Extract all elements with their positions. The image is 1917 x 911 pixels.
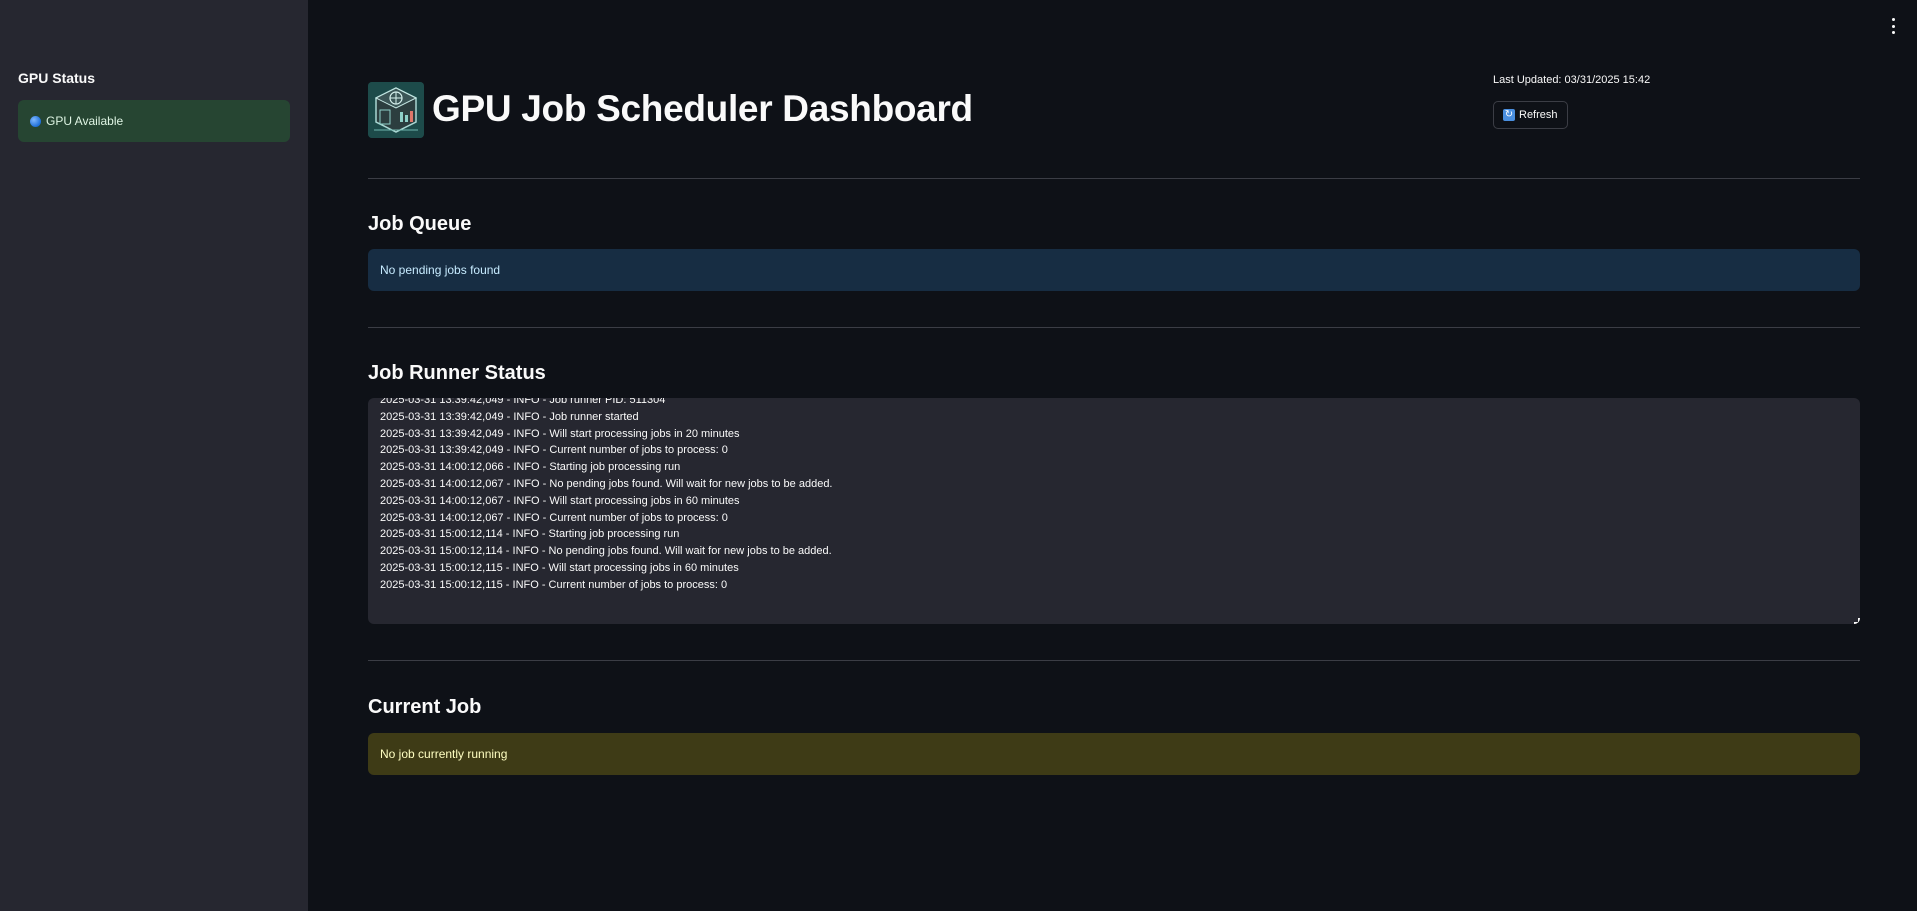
sidebar: GPU Status GPU Available bbox=[0, 0, 308, 911]
log-line: 2025-03-31 13:39:42,049 - INFO - Job run… bbox=[380, 410, 639, 423]
log-line: 2025-03-31 14:00:12,067 - INFO - Will st… bbox=[380, 494, 740, 507]
current-job-warning-alert: No job currently running bbox=[368, 733, 1860, 775]
job-runner-title: Job Runner Status bbox=[368, 362, 546, 384]
job-queue-message: No pending jobs found bbox=[380, 263, 501, 277]
sidebar-title: GPU Status bbox=[18, 70, 96, 86]
log-line: 2025-03-31 13:39:42,049 - INFO - Job run… bbox=[380, 398, 666, 406]
refresh-icon: ↻ bbox=[1503, 109, 1515, 121]
gpu-chip-logo-icon bbox=[368, 82, 424, 138]
log-line: 2025-03-31 13:39:42,049 - INFO - Will st… bbox=[380, 427, 740, 440]
log-line: 2025-03-31 13:39:42,049 - INFO - Current… bbox=[380, 444, 728, 457]
gpu-status-alert: GPU Available bbox=[18, 100, 290, 142]
divider bbox=[368, 327, 1860, 328]
resize-handle-icon[interactable] bbox=[1854, 618, 1860, 624]
log-line: 2025-03-31 14:00:12,066 - INFO - Startin… bbox=[380, 461, 681, 474]
menu-dot-icon bbox=[1891, 18, 1895, 21]
menu-dot-icon bbox=[1891, 31, 1895, 34]
menu-dot-icon bbox=[1891, 24, 1895, 28]
current-job-title: Current Job bbox=[368, 696, 482, 718]
page-title: GPU Job Scheduler Dashboard bbox=[432, 88, 973, 129]
main-menu-button[interactable] bbox=[1887, 18, 1899, 34]
log-line: 2025-03-31 15:00:12,115 - INFO - Current… bbox=[380, 578, 728, 591]
current-job-message: No job currently running bbox=[380, 747, 508, 761]
log-line: 2025-03-31 15:00:12,114 - INFO - Startin… bbox=[380, 528, 680, 541]
app-root: GPU Status GPU Available GPU Job Schedul… bbox=[0, 0, 1917, 911]
last-updated-text: Last Updated: 03/31/2025 15:42 bbox=[1493, 74, 1651, 86]
log-line: 2025-03-31 14:00:12,067 - INFO - No pend… bbox=[380, 477, 833, 490]
divider bbox=[368, 660, 1860, 661]
log-line: 2025-03-31 14:00:12,067 - INFO - Current… bbox=[380, 511, 728, 524]
refresh-label: Refresh bbox=[1519, 109, 1558, 121]
divider bbox=[368, 178, 1860, 179]
log-line: 2025-03-31 15:00:12,115 - INFO - Will st… bbox=[380, 561, 739, 574]
log-line: 2025-03-31 15:00:12,114 - INFO - No pend… bbox=[380, 545, 832, 558]
refresh-button[interactable]: ↻ Refresh bbox=[1493, 101, 1568, 129]
job-queue-info-alert: No pending jobs found bbox=[368, 249, 1860, 291]
log-lines: 2025-03-31 13:39:42,049 - INFO - Job run… bbox=[380, 398, 833, 594]
blue-circle-icon bbox=[30, 115, 41, 127]
job-queue-title: Job Queue bbox=[368, 213, 472, 235]
gpu-status-text: GPU Available bbox=[46, 114, 124, 128]
job-runner-log-textarea[interactable]: 2025-03-31 13:39:42,049 - INFO - Job run… bbox=[368, 398, 1860, 624]
